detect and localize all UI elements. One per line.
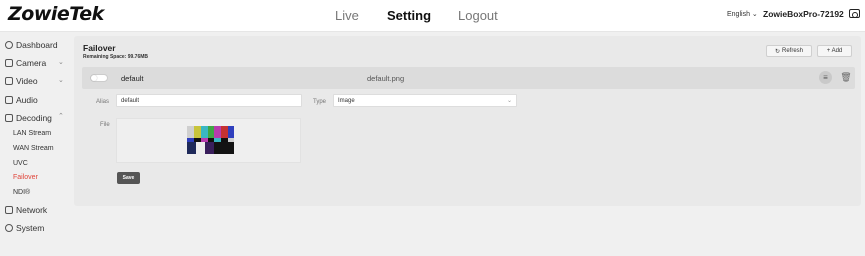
sidebar-item-label: Dashboard xyxy=(16,40,58,50)
alias-input[interactable]: default xyxy=(116,94,302,107)
camera-icon xyxy=(5,59,13,67)
sidebar-item-label: Video xyxy=(16,76,38,86)
sidebar-item-camera[interactable]: Camera xyxy=(5,58,46,68)
enable-toggle[interactable] xyxy=(90,74,108,82)
network-icon xyxy=(5,206,13,214)
nav-live[interactable]: Live xyxy=(335,8,359,23)
alias-label: Alias xyxy=(96,99,110,105)
dashboard-icon xyxy=(5,41,13,49)
sidebar-item-network[interactable]: Network xyxy=(5,205,47,215)
decoding-icon xyxy=(5,114,13,122)
sidebar-item-label: Decoding xyxy=(16,113,52,123)
sidebar-item-label: System xyxy=(16,223,45,233)
system-gear-icon xyxy=(5,224,13,232)
chevron-down-icon: ⌄ xyxy=(751,11,758,18)
zowietek-logo: ZowieTek xyxy=(8,3,104,25)
chevron-down-icon[interactable]: ⌄ xyxy=(58,76,64,84)
sidebar-subitem-ndi[interactable]: NDI® xyxy=(13,189,30,196)
file-preview-box[interactable] xyxy=(116,118,301,163)
failover-row[interactable]: default default.png ≡ 🗑 xyxy=(82,67,855,89)
row-file: default.png xyxy=(367,74,405,83)
trash-icon[interactable]: 🗑 xyxy=(840,71,852,84)
sidebar-subitem-failover[interactable]: Failover xyxy=(13,174,38,181)
chevron-down-icon[interactable]: ⌄ xyxy=(58,58,64,66)
sidebar-subitem-uvc[interactable]: UVC xyxy=(13,160,28,167)
chevron-down-icon: ⌄ xyxy=(506,98,512,104)
top-header: ZowieTek Live Setting Logout English ⌄ Z… xyxy=(0,0,865,32)
file-label: File xyxy=(100,122,110,128)
sidebar-item-label: Audio xyxy=(16,95,38,105)
video-icon xyxy=(5,77,13,85)
sidebar-subitem-lan-stream[interactable]: LAN Stream xyxy=(13,130,51,137)
type-value: Image xyxy=(338,98,355,104)
chevron-up-icon[interactable]: ⌃ xyxy=(58,112,64,120)
remaining-space: Remaining Space: 99.76MB xyxy=(83,54,149,60)
save-button[interactable]: Save xyxy=(117,172,140,184)
device-name: ZowieBoxPro-72192 xyxy=(763,9,844,19)
page-title: Failover xyxy=(83,43,116,53)
language-select[interactable]: English ⌄ xyxy=(727,10,758,18)
nav-logout[interactable]: Logout xyxy=(458,8,498,23)
sidebar-item-label: Network xyxy=(16,205,48,215)
sidebar-subitem-wan-stream[interactable]: WAN Stream xyxy=(13,145,54,152)
refresh-label: Refresh xyxy=(782,48,804,54)
test-pattern-thumbnail xyxy=(187,126,234,154)
refresh-button[interactable]: ↻ Refresh xyxy=(766,45,812,57)
failover-panel: Failover Remaining Space: 99.76MB ↻ Refr… xyxy=(74,36,861,206)
audio-icon xyxy=(5,96,13,104)
add-label: + Add xyxy=(826,48,843,54)
refresh-icon: ↻ xyxy=(774,48,780,55)
sidebar-item-video[interactable]: Video xyxy=(5,76,38,86)
screenshot-camera-icon[interactable] xyxy=(849,9,860,18)
sidebar: Dashboard Camera ⌄ Video ⌄ Audio Decodin… xyxy=(0,33,72,256)
sidebar-item-label: Camera xyxy=(16,58,47,68)
add-button[interactable]: + Add xyxy=(817,45,852,57)
sidebar-item-dashboard[interactable]: Dashboard xyxy=(5,40,58,50)
row-name: default xyxy=(121,74,144,83)
sidebar-item-decoding[interactable]: Decoding xyxy=(5,113,52,123)
sliders-icon[interactable]: ≡ xyxy=(819,71,832,84)
sidebar-item-audio[interactable]: Audio xyxy=(5,95,38,105)
language-label: English xyxy=(727,11,750,18)
type-label: Type xyxy=(313,99,327,105)
type-select[interactable]: Image ⌄ xyxy=(333,94,517,107)
nav-setting[interactable]: Setting xyxy=(387,8,431,23)
sidebar-item-system[interactable]: System xyxy=(5,223,44,233)
